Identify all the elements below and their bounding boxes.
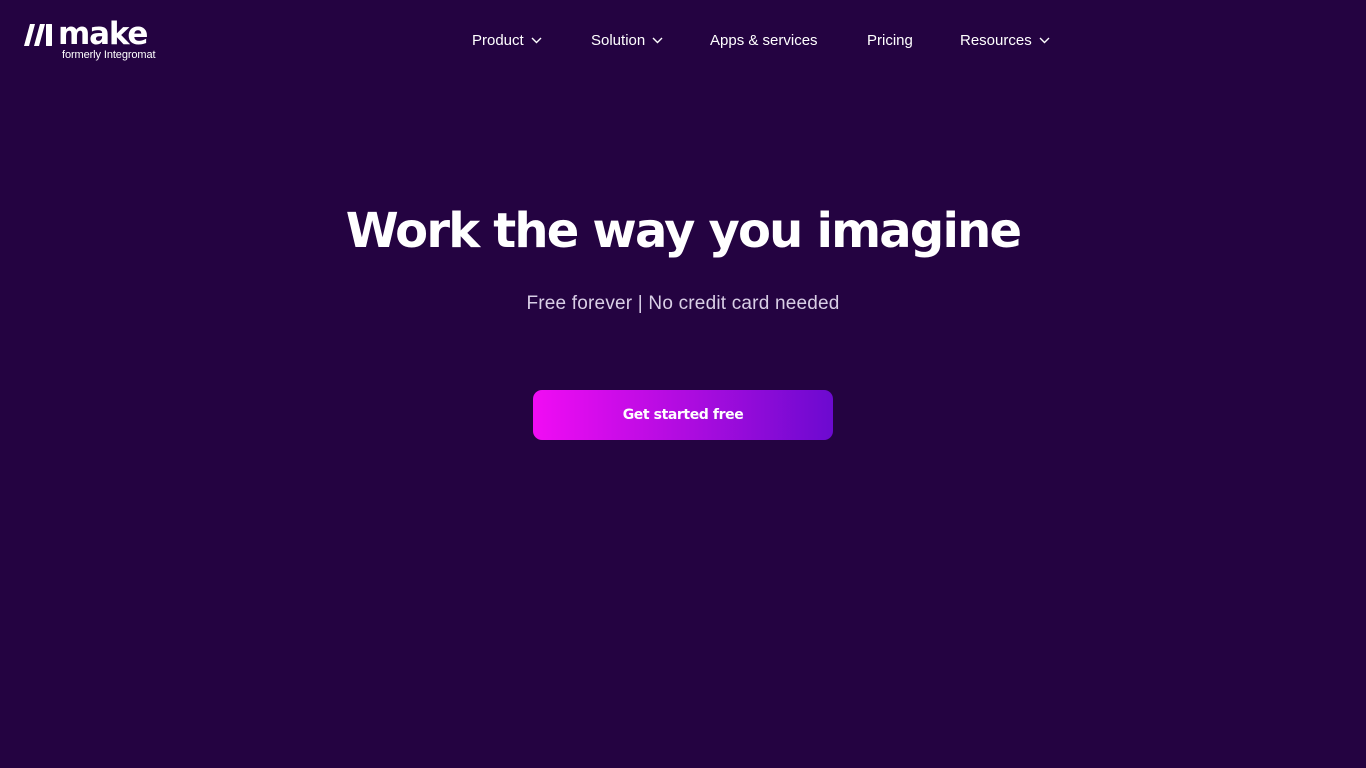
chevron-down-icon (652, 37, 663, 43)
nav-item-resources[interactable]: Resources (960, 29, 1050, 51)
nav-item-solution[interactable]: Solution (591, 29, 663, 51)
page: make formerly Integromat Product Solutio… (0, 0, 1366, 768)
hero-title: Work the way you imagine (345, 203, 1022, 259)
main-nav: Product Solution Apps & services Pricing… (0, 29, 1366, 51)
nav-item-label: Pricing (867, 31, 913, 49)
nav-item-label: Solution (591, 31, 646, 49)
hero-subtitle: Free forever | No credit card needed (526, 293, 840, 314)
nav-item-label: Resources (960, 31, 1032, 49)
nav-item-pricing[interactable]: Pricing (867, 29, 913, 51)
chevron-down-icon (531, 37, 542, 43)
get-started-free-button[interactable]: Get started free (533, 390, 833, 440)
chevron-down-icon (1039, 37, 1050, 43)
nav-item-label: Apps & services (710, 31, 818, 49)
nav-item-apps-services[interactable]: Apps & services (710, 29, 818, 51)
nav-item-label: Product (472, 31, 524, 49)
nav-item-product[interactable]: Product (472, 29, 542, 51)
